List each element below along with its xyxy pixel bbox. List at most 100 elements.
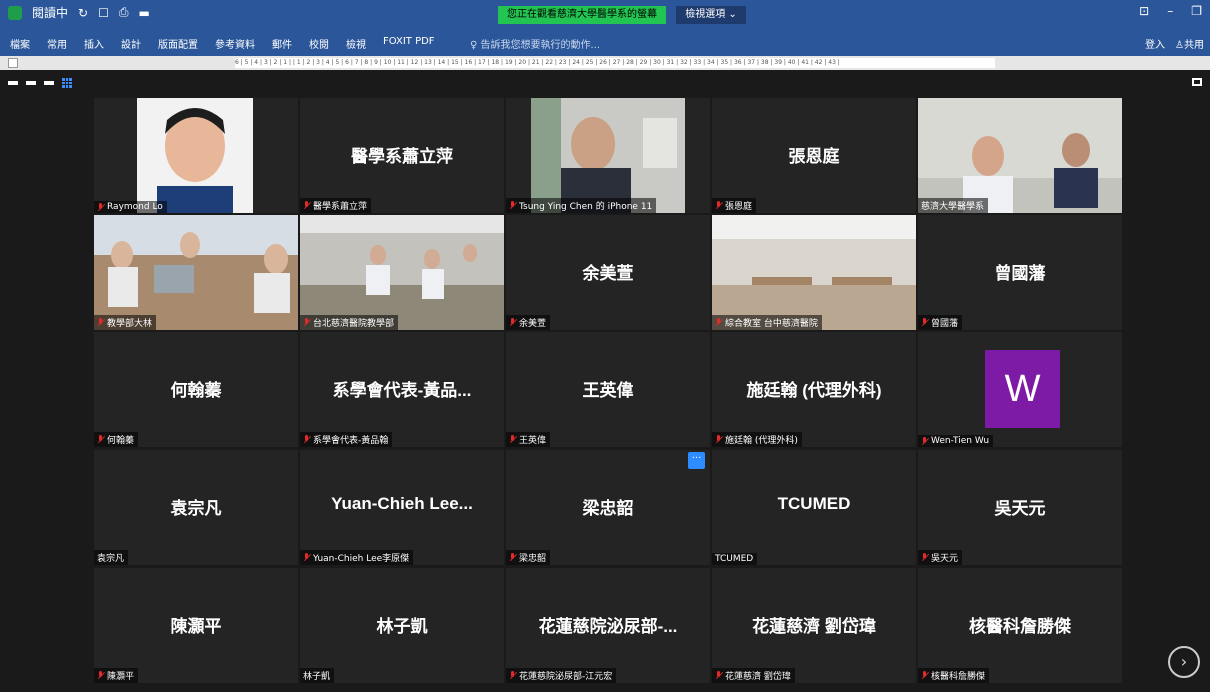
participant-tile[interactable]: 慈濟大學醫學系: [918, 98, 1122, 213]
muted-mic-icon: [97, 318, 104, 327]
participant-tile[interactable]: 林子凱 林子凱: [300, 568, 504, 683]
participant-name-label: 何翰蓁: [94, 432, 139, 447]
ribbon-tab[interactable]: 校閱: [309, 36, 329, 51]
participant-display-name: 吳天元: [994, 499, 1046, 518]
tell-me-search[interactable]: ♀ 告訴我您想要執行的動作...: [470, 36, 600, 51]
ruler-marks: 6 | 5 | 4 | 3 | 2 | 1 | | 1 | 2 | 3 | 4 …: [235, 58, 995, 68]
ribbon-tab[interactable]: 參考資料: [215, 36, 255, 51]
participant-tile[interactable]: 陳灝平 陳灝平: [94, 568, 298, 683]
ribbon-tab[interactable]: 檢視: [346, 36, 366, 51]
muted-mic-icon: [97, 435, 104, 444]
participant-tile[interactable]: 系學會代表-黃品... 系學會代表-黃品翰: [300, 332, 504, 447]
participant-display-name: 余美萱: [582, 264, 634, 283]
participant-tile[interactable]: 梁忠韶 梁忠韶: [506, 450, 710, 565]
participant-tile[interactable]: W Wen-Tien Wu: [918, 332, 1122, 447]
participant-tile[interactable]: 施廷翰 (代理外科) 施廷翰 (代理外科): [712, 332, 916, 447]
participant-tile[interactable]: 張恩庭 張恩庭: [712, 98, 916, 213]
participant-tile[interactable]: 吳天元 吳天元: [918, 450, 1122, 565]
participant-display-name: 王英偉: [582, 381, 634, 400]
horizontal-ruler: 6 | 5 | 4 | 3 | 2 | 1 | | 1 | 2 | 3 | 4 …: [0, 56, 1210, 70]
muted-mic-icon: [97, 202, 104, 212]
participant-tile[interactable]: TCUMED TCUMED: [712, 450, 916, 565]
ribbon-tab[interactable]: 常用: [47, 36, 67, 51]
participant-tile[interactable]: 台北慈濟醫院教學部: [300, 215, 504, 330]
muted-mic-icon: [303, 201, 310, 210]
participant-tile[interactable]: 教學部大林: [94, 215, 298, 330]
participant-tile[interactable]: 余美萱 余美萱: [506, 215, 710, 330]
participant-display-name: 醫學系蕭立萍: [351, 147, 453, 166]
participant-tile[interactable]: 綜合教室 台中慈濟醫院: [712, 215, 916, 330]
minimize-video-icon[interactable]: [8, 81, 18, 85]
reading-mode-label: 閱讀中: [32, 6, 69, 20]
participant-display-name: 林子凱: [376, 617, 428, 636]
ribbon-tab[interactable]: 檔案: [10, 36, 30, 51]
participant-name-label: 吳天元: [918, 550, 963, 565]
next-page-button[interactable]: ›: [1168, 646, 1200, 678]
participant-name-label: TCUMED: [712, 553, 758, 565]
participant-name-label: 王英偉: [506, 432, 551, 447]
share-button[interactable]: ♙共用: [1175, 36, 1204, 51]
participant-tile[interactable]: 何翰蓁 何翰蓁: [94, 332, 298, 447]
ribbon-tab[interactable]: 插入: [84, 36, 104, 51]
exit-fullscreen-icon[interactable]: [1192, 78, 1202, 86]
muted-mic-icon: [921, 318, 928, 327]
ribbon-tab[interactable]: 版面配置: [158, 36, 198, 51]
participant-tile[interactable]: 核醫科詹勝傑 核醫科詹勝傑: [918, 568, 1122, 683]
participant-name-label: 施廷翰 (代理外科): [712, 432, 802, 447]
participant-name-label: 余美萱: [506, 315, 551, 330]
open-folder-icon[interactable]: ▬: [138, 6, 149, 20]
muted-mic-icon: [715, 671, 722, 680]
participant-name-label: 袁宗凡: [94, 550, 129, 565]
participant-name-label: 教學部大林: [94, 315, 157, 330]
participant-tile[interactable]: Tsung Ying Chen 的 iPhone 11: [506, 98, 710, 213]
participant-name-label: 系學會代表-黃品翰: [300, 432, 393, 447]
participant-display-name: 陳灝平: [170, 617, 222, 636]
ribbon-tab[interactable]: 郵件: [272, 36, 292, 51]
ribbon-display-icon[interactable]: ⊡: [1139, 4, 1149, 18]
side-by-side-icon[interactable]: [44, 81, 54, 85]
speaker-view-icon[interactable]: [26, 81, 36, 85]
participant-tile[interactable]: 袁宗凡 袁宗凡: [94, 450, 298, 565]
muted-mic-icon: [921, 436, 928, 446]
participant-more-button[interactable]: ···: [688, 452, 705, 469]
participant-display-name: 梁忠韶: [582, 499, 634, 518]
participant-tile[interactable]: 王英偉 王英偉: [506, 332, 710, 447]
new-document-icon[interactable]: ☐: [98, 6, 109, 20]
quick-access-toolbar: 閱讀中 ↻ ☐ ⎙ ▬: [8, 4, 150, 21]
participant-tile[interactable]: 花蓮慈濟 劉岱瑋 花蓮慈濟 劉岱瑋: [712, 568, 916, 683]
shield-icon: [8, 5, 22, 20]
participant-tile[interactable]: 花蓮慈院泌尿部-... 花蓮慈院泌尿部-江元宏: [506, 568, 710, 683]
participant-display-name: 曾國藩: [994, 264, 1046, 283]
muted-mic-icon: [715, 435, 722, 444]
gallery-view-icon[interactable]: [62, 78, 72, 88]
participant-name-label: 梁忠韶: [506, 550, 551, 565]
participant-display-name: Yuan-Chieh Lee...: [331, 494, 473, 513]
muted-mic-icon: [97, 671, 104, 680]
ribbon-tab[interactable]: FOXIT PDF: [383, 36, 435, 51]
muted-mic-icon: [303, 318, 310, 327]
sign-in-link[interactable]: 登入: [1145, 36, 1165, 51]
participant-name-label: 綜合教室 台中慈濟醫院: [712, 315, 822, 330]
participant-tile[interactable]: 醫學系蕭立萍 醫學系蕭立萍: [300, 98, 504, 213]
participant-name-label: 張恩庭: [712, 198, 757, 213]
participant-tile[interactable]: Yuan-Chieh Lee... Yuan-Chieh Lee李原傑: [300, 450, 504, 565]
ribbon-tab[interactable]: 設計: [121, 36, 141, 51]
muted-mic-icon: [509, 318, 516, 327]
participant-name-label: 核醫科詹勝傑: [918, 668, 990, 683]
lightbulb-icon: ♀: [470, 40, 481, 51]
participant-name-label: 林子凱: [300, 668, 335, 683]
word-title-bar: 閱讀中 ↻ ☐ ⎙ ▬ 您正在觀看慈濟大學醫學系的螢幕 檢視選項 ⌄ ⊡ – ❐: [0, 0, 1210, 26]
redo-icon[interactable]: ↻: [78, 6, 88, 20]
print-preview-icon[interactable]: ⎙: [119, 5, 129, 20]
restore-icon[interactable]: ❐: [1191, 4, 1202, 18]
participant-tile[interactable]: Raymond Lo: [94, 98, 298, 213]
participant-display-name: TCUMED: [777, 494, 851, 513]
participant-display-name: 張恩庭: [788, 147, 840, 166]
participant-tile[interactable]: 曾國藩 曾國藩: [918, 215, 1122, 330]
participant-name-label: 花蓮慈濟 劉岱瑋: [712, 668, 795, 683]
muted-mic-icon: [715, 318, 722, 327]
minimize-icon[interactable]: –: [1167, 4, 1173, 18]
tab-selector[interactable]: [8, 58, 18, 68]
view-options-button[interactable]: 檢視選項 ⌄: [676, 6, 746, 24]
participant-display-name: 核醫科詹勝傑: [969, 617, 1071, 636]
